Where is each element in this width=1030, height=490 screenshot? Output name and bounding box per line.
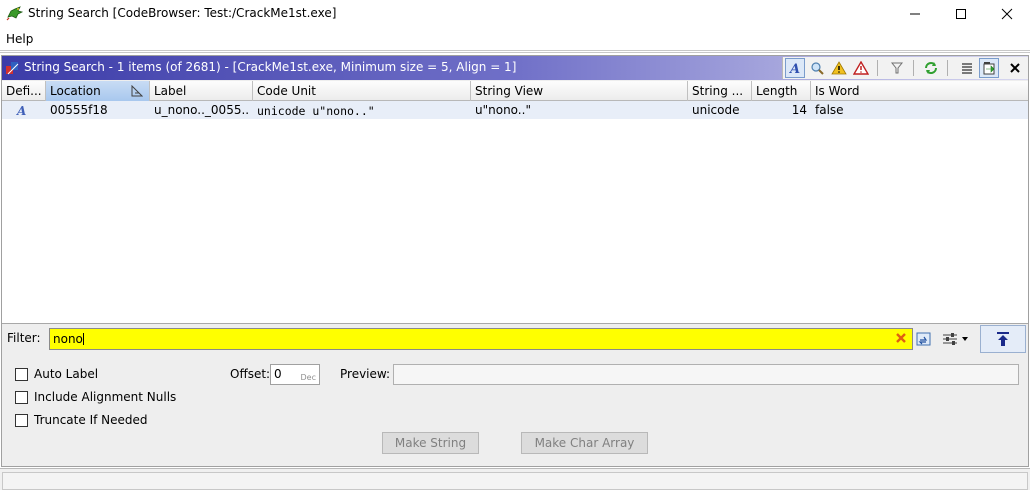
clear-filter-icon[interactable] <box>895 332 907 344</box>
offset-value: 0 <box>274 367 282 381</box>
close-icon <box>1010 63 1020 73</box>
column-header-length[interactable]: Length <box>752 81 811 101</box>
list-icon <box>962 63 972 74</box>
settings-sliders-icon <box>943 333 957 345</box>
window-title: String Search [CodeBrowser: Test:/CrackM… <box>28 6 337 20</box>
make-char-array-button[interactable]: Make Char Array <box>521 432 648 454</box>
window-title-bar: String Search [CodeBrowser: Test:/CrackM… <box>0 0 1030 28</box>
search-icon <box>811 62 824 75</box>
label-cell: u_nono.._0055... <box>154 103 248 117</box>
include-alignment-nulls-checkbox[interactable] <box>15 390 28 404</box>
strings-table: Defi... Location Label Code Unit String … <box>2 81 1028 324</box>
location-cell: 00555f18 <box>50 103 108 117</box>
column-header-label[interactable]: Label <box>150 81 253 101</box>
offset-label: Offset: <box>230 367 271 381</box>
string-search-icon <box>6 62 19 75</box>
refresh-icon <box>925 62 937 74</box>
svg-text:A: A <box>16 104 26 117</box>
defined-string-icon: A <box>16 104 26 118</box>
close-window-button[interactable] <box>984 0 1030 28</box>
filter-icon <box>890 62 904 74</box>
filter-label: Filter: <box>7 331 41 345</box>
auto-label-option[interactable]: Auto Label <box>15 366 98 382</box>
panel-title: String Search - 1 items (of 2681) - [Cra… <box>24 60 517 74</box>
auto-label-label: Auto Label <box>34 367 99 381</box>
arrow-up-to-top-icon <box>997 332 1009 346</box>
scroll-to-top-button[interactable] <box>980 325 1026 353</box>
status-field <box>2 472 1028 490</box>
column-header-location-label: Location <box>50 84 101 98</box>
column-header-code-unit[interactable]: Code Unit <box>253 81 471 101</box>
chevron-down-icon <box>962 337 968 341</box>
offset-field[interactable]: 0 Dec <box>270 364 320 385</box>
column-header-defined[interactable]: Defi... <box>2 81 46 101</box>
filter-columns-button[interactable] <box>915 330 933 348</box>
column-filter-icon <box>916 332 931 346</box>
column-header-is-word[interactable]: Is Word <box>811 81 1028 101</box>
menu-separator <box>0 50 1030 53</box>
string-view-cell: u"nono.." <box>475 103 531 117</box>
table-header: Defi... Location Label Code Unit String … <box>2 81 1028 101</box>
offset-radix: Dec <box>300 373 316 382</box>
select-all-button[interactable] <box>957 58 977 78</box>
filter-input[interactable]: nono <box>49 328 913 350</box>
truncate-if-needed-option[interactable]: Truncate If Needed <box>15 412 148 428</box>
status-bar <box>0 468 1030 490</box>
svg-text:A: A <box>788 62 800 75</box>
panel-toolbar: A <box>782 57 1028 79</box>
ghidra-dragon-icon <box>6 6 24 21</box>
is-word-cell: false <box>815 103 844 117</box>
maximize-icon <box>956 9 966 19</box>
show-undefined-strings-button[interactable] <box>807 58 827 78</box>
panel-header: String Search - 1 items (of 2681) - [Cra… <box>2 56 1028 80</box>
menu-help[interactable]: Help <box>6 32 33 46</box>
string-type-cell: unicode <box>692 103 740 117</box>
table-row[interactable]: A 00555f18 u_nono.._0055... unicode u"no… <box>2 101 1028 119</box>
filter-bar: Filter: nono <box>2 325 1028 353</box>
defined-cell: A <box>2 101 46 119</box>
preview-label: Preview: <box>340 367 391 381</box>
code-unit-cell: unicode u"nono.." <box>257 104 375 118</box>
truncate-if-needed-label: Truncate If Needed <box>34 413 148 427</box>
make-string-options: Auto Label Include Alignment Nulls Trunc… <box>2 354 1028 466</box>
show-defined-strings-button[interactable]: A <box>785 58 805 78</box>
column-header-string-view[interactable]: String View <box>471 81 688 101</box>
error-icon <box>853 61 869 75</box>
filter-options-dropdown[interactable] <box>960 330 970 348</box>
make-selection-button[interactable] <box>979 58 999 78</box>
menu-bar: Help <box>0 30 1030 50</box>
auto-label-checkbox[interactable] <box>15 367 28 381</box>
defined-string-icon: A <box>788 62 800 75</box>
close-panel-button[interactable] <box>1005 58 1025 78</box>
column-header-location[interactable]: Location <box>46 81 150 101</box>
filter-options-button[interactable] <box>941 330 959 348</box>
close-icon <box>1001 8 1013 20</box>
refresh-button[interactable] <box>921 58 941 78</box>
include-alignment-nulls-label: Include Alignment Nulls <box>34 390 177 404</box>
show-partial-defined-button[interactable] <box>829 58 849 78</box>
string-search-panel: String Search - 1 items (of 2681) - [Cra… <box>1 55 1029 467</box>
make-string-button[interactable]: Make String <box>382 432 479 454</box>
minimize-button[interactable] <box>892 0 938 28</box>
maximize-button[interactable] <box>938 0 984 28</box>
minimize-icon <box>910 13 920 15</box>
show-conflicts-button[interactable] <box>851 58 871 78</box>
export-icon <box>983 62 995 75</box>
filter-button[interactable] <box>887 58 907 78</box>
preview-field <box>393 364 1019 385</box>
warning-icon <box>831 61 847 75</box>
filter-value: nono <box>53 332 83 346</box>
length-cell: 14 <box>791 103 807 117</box>
column-header-string-type[interactable]: String ... <box>688 81 752 101</box>
include-alignment-nulls-option[interactable]: Include Alignment Nulls <box>15 389 176 405</box>
sort-ascending-icon <box>131 85 143 97</box>
truncate-if-needed-checkbox[interactable] <box>15 413 28 427</box>
